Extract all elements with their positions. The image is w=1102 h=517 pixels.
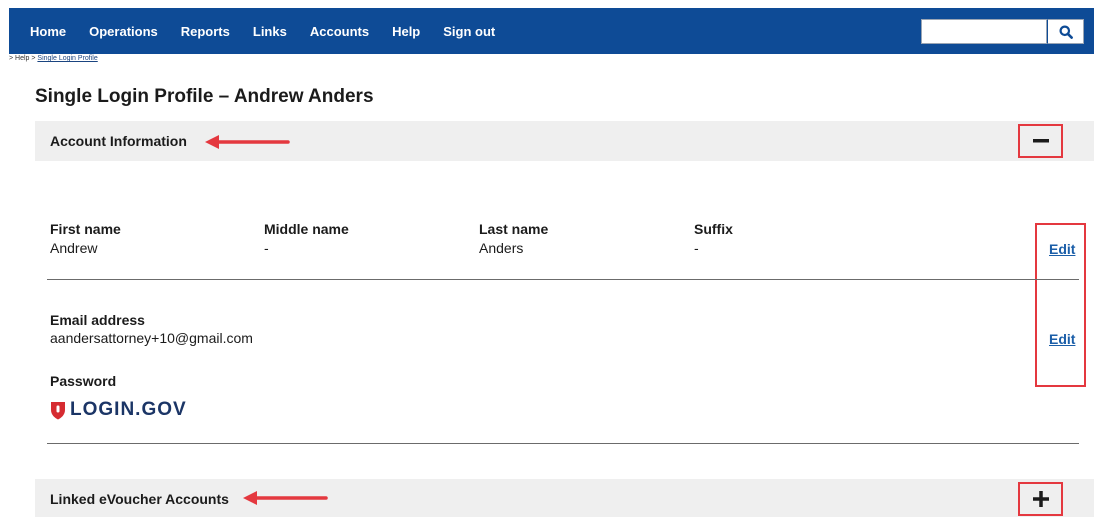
linked-evoucher-label: Linked eVoucher Accounts: [50, 491, 229, 507]
breadcrumb-prefix: > Help >: [9, 55, 36, 62]
email-value: aandersattorney+10@gmail.com: [50, 330, 253, 346]
plus-icon: [1032, 491, 1049, 507]
suffix-label: Suffix: [694, 221, 733, 237]
nav-item-operations[interactable]: Operations: [89, 24, 158, 39]
nav-menu: Home Operations Reports Links Accounts H…: [9, 24, 518, 39]
edit-email-link[interactable]: Edit: [1049, 331, 1075, 347]
login-gov-logo: LOGIN.GOV: [50, 399, 187, 421]
email-label: Email address: [50, 312, 145, 328]
search-input[interactable]: [921, 19, 1047, 44]
last-name-value: Anders: [479, 240, 524, 256]
password-divider: [47, 443, 1079, 444]
last-name-label: Last name: [479, 221, 549, 237]
collapse-account-button[interactable]: [1018, 124, 1063, 158]
account-information-section-header[interactable]: Account Information: [35, 121, 1094, 161]
search-button[interactable]: [1047, 19, 1084, 44]
middle-name-value: -: [264, 240, 269, 256]
nav-item-links[interactable]: Links: [253, 24, 287, 39]
middle-name-label: Middle name: [264, 221, 349, 237]
nav-item-home[interactable]: Home: [30, 24, 66, 39]
password-label: Password: [50, 373, 117, 389]
login-gov-shield-icon: [51, 401, 65, 419]
annotation-arrow-icon: [243, 491, 328, 505]
breadcrumb-link-current[interactable]: Single Login Profile: [37, 55, 97, 62]
linked-evoucher-section-header[interactable]: Linked eVoucher Accounts: [35, 479, 1094, 517]
minus-icon: [1032, 139, 1049, 143]
suffix-value: -: [694, 240, 699, 256]
first-name-value: Andrew: [50, 240, 98, 256]
login-gov-text: LOGIN.GOV: [70, 399, 187, 420]
breadcrumb: > Help > Single Login Profile: [9, 54, 149, 63]
top-navigation-bar: Home Operations Reports Links Accounts H…: [9, 8, 1094, 54]
nav-item-reports[interactable]: Reports: [181, 24, 230, 39]
annotation-arrow-icon: [205, 135, 290, 149]
name-divider: [47, 279, 1079, 280]
account-information-label: Account Information: [50, 133, 187, 149]
nav-item-help[interactable]: Help: [392, 24, 420, 39]
nav-item-sign-out[interactable]: Sign out: [443, 24, 495, 39]
edit-name-link[interactable]: Edit: [1049, 241, 1075, 257]
expand-linked-button[interactable]: [1018, 482, 1063, 516]
search-box: [921, 19, 1084, 44]
search-icon: [1059, 25, 1073, 39]
nav-item-accounts[interactable]: Accounts: [310, 24, 369, 39]
first-name-label: First name: [50, 221, 121, 237]
page-title: Single Login Profile – Andrew Anders: [35, 86, 374, 107]
